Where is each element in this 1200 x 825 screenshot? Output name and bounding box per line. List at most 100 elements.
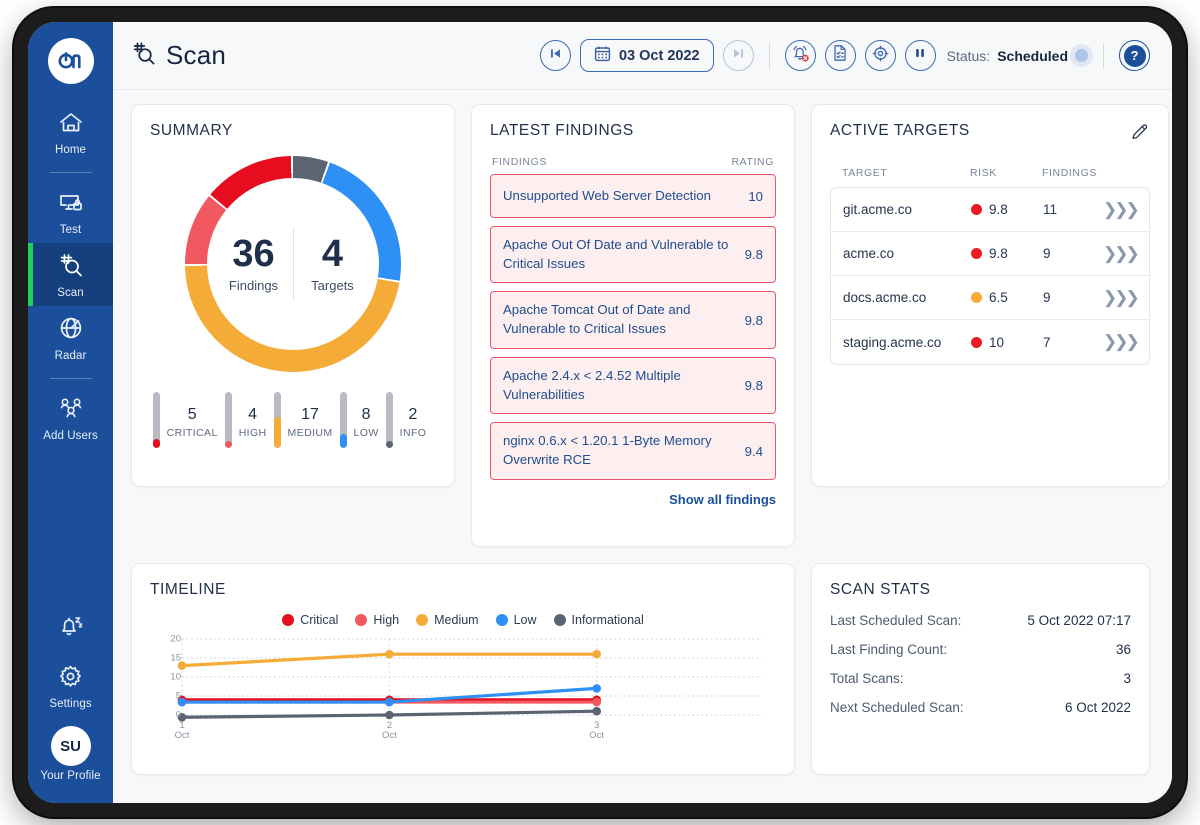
- finding-row[interactable]: Unsupported Web Server Detection 10: [490, 174, 776, 218]
- risk-value: 6.5: [989, 290, 1008, 305]
- severity-bar-track: [385, 392, 393, 448]
- sidebar-item-label: Your Profile: [40, 770, 101, 782]
- target-findings-count: 9: [1043, 290, 1051, 305]
- sidebar-item-radar[interactable]: Radar: [28, 306, 113, 369]
- pause-icon: [913, 46, 927, 65]
- pencil-icon[interactable]: [1130, 122, 1150, 147]
- sidebar-item-profile[interactable]: SU Your Profile: [28, 717, 113, 789]
- severity-text: 4 HIGH: [232, 406, 274, 448]
- stat-key: Total Scans:: [830, 671, 904, 686]
- sidebar-item-label: Home: [54, 144, 87, 156]
- target-name: acme.co: [843, 246, 895, 261]
- svg-text:Oct: Oct: [589, 730, 604, 741]
- alert-mute-button[interactable]: [784, 40, 816, 71]
- severity-bar-fill: [224, 440, 232, 448]
- finding-rating: 9.4: [744, 443, 763, 459]
- question-mark-icon: ?: [1123, 44, 1146, 67]
- legend-item[interactable]: Critical: [282, 613, 338, 627]
- stat-value: 36: [1115, 642, 1131, 657]
- kpi-targets: 4 Targets: [294, 234, 372, 294]
- avatar: SU: [50, 726, 91, 766]
- sidebar-item-scan[interactable]: Scan: [28, 243, 113, 306]
- skip-forward-icon: [731, 46, 746, 66]
- y-axis-tick-label: 5: [175, 690, 181, 702]
- kpi-group: 36 Findings 4 Targets: [215, 227, 372, 301]
- table-row[interactable]: docs.acme.co 6.5 9 ❯❯❯: [831, 276, 1149, 320]
- legend-label: High: [373, 613, 400, 627]
- monitor-lock-icon: [58, 191, 84, 220]
- svg-text:Oct: Oct: [175, 730, 190, 741]
- severity-bar-track: [224, 392, 232, 448]
- severity-count: 2: [408, 406, 418, 423]
- severity-item: 8 LOW: [339, 392, 386, 448]
- severity-text: 2 INFO: [393, 406, 434, 448]
- legend-item[interactable]: Informational: [553, 613, 644, 627]
- brand-logo[interactable]: [47, 38, 94, 84]
- legend-item[interactable]: High: [355, 613, 399, 627]
- severity-count: 4: [248, 406, 258, 423]
- severity-item: 17 MEDIUM: [273, 392, 340, 448]
- legend-item[interactable]: Low: [495, 613, 537, 627]
- table-row[interactable]: acme.co 9.8 9 ❯❯❯: [831, 232, 1149, 276]
- summary-card: SUMMARY 36 Findings 4 Targets 5 CRITICAL…: [131, 104, 455, 487]
- legend-label: Medium: [434, 613, 479, 627]
- sidebar-item-add-users[interactable]: Add Users: [28, 388, 113, 449]
- table-row[interactable]: staging.acme.co 10 7 ❯❯❯: [831, 320, 1149, 364]
- chevron-right-icon[interactable]: ❯❯❯: [1103, 332, 1140, 352]
- report-icon: [831, 44, 849, 67]
- finding-row[interactable]: nginx 0.6.x < 1.20.1 1-Byte Memory Overw…: [490, 422, 776, 480]
- col-rating-label: RATING: [731, 156, 774, 168]
- toolbar-divider: [768, 42, 770, 69]
- y-axis-tick-label: 10: [170, 671, 181, 683]
- table-row[interactable]: git.acme.co 9.8 11 ❯❯❯: [831, 188, 1149, 232]
- summary-title: SUMMARY: [150, 122, 233, 139]
- sidebar-item-settings[interactable]: Settings: [28, 655, 113, 717]
- finding-row[interactable]: Apache Out Of Date and Vulnerable to Cri…: [490, 226, 776, 284]
- scan-magnifier-icon: [131, 40, 157, 71]
- sidebar-item-label: Scan: [57, 287, 84, 299]
- home-icon: [58, 111, 84, 140]
- legend-label: Low: [513, 613, 537, 627]
- finding-row[interactable]: Apache Tomcat Out of Date and Vulnerable…: [490, 291, 776, 349]
- calendar-icon: [594, 45, 611, 66]
- help-button[interactable]: ?: [1119, 40, 1150, 71]
- severity-donut-chart: 36 Findings 4 Targets: [185, 156, 401, 372]
- severity-label: CRITICAL: [166, 427, 218, 439]
- finding-rating: 9.8: [744, 312, 763, 328]
- add-users-icon: [56, 397, 86, 426]
- sidebar-item-home[interactable]: Home: [28, 102, 113, 163]
- finding-name: Apache Out Of Date and Vulnerable to Cri…: [503, 237, 729, 271]
- risk-value: 9.8: [989, 246, 1008, 261]
- sidebar-item-label: Test: [59, 224, 82, 236]
- targets-button[interactable]: [864, 40, 896, 71]
- severity-bar-fill: [273, 417, 281, 448]
- legend-dot-icon: [416, 614, 429, 626]
- next-day-button[interactable]: [722, 40, 754, 71]
- chevron-right-icon[interactable]: ❯❯❯: [1103, 244, 1140, 264]
- severity-count: 17: [301, 406, 319, 423]
- chevron-right-icon[interactable]: ❯❯❯: [1103, 200, 1140, 220]
- finding-rating: 9.8: [744, 247, 763, 263]
- sidebar-item-label: Add Users: [43, 430, 98, 442]
- toolbar-divider: [1103, 42, 1104, 69]
- report-button[interactable]: [824, 40, 856, 71]
- risk-dot-icon: [971, 248, 982, 259]
- scan-stats-card: SCAN STATS Last Scheduled Scan: 5 Oct 202…: [811, 563, 1150, 775]
- notifications-button[interactable]: [28, 604, 113, 655]
- findings-list: Unsupported Web Server Detection 10 Apache…: [490, 174, 776, 488]
- page-title-text: Scan: [166, 40, 227, 70]
- show-all-findings-link[interactable]: Show all findings: [490, 492, 776, 507]
- date-picker[interactable]: 03 Oct 2022: [579, 39, 714, 72]
- chevron-right-icon[interactable]: ❯❯❯: [1103, 288, 1140, 308]
- legend-item[interactable]: Medium: [416, 613, 479, 627]
- prev-day-button[interactable]: [539, 40, 571, 71]
- target-findings-count: 9: [1043, 246, 1051, 261]
- alarm-off-icon: [791, 44, 810, 68]
- sidebar-item-test[interactable]: Test: [28, 182, 113, 243]
- scan-magnifier-icon: [58, 252, 84, 283]
- severity-bar-fill: [385, 441, 393, 448]
- severity-bar-fill: [339, 433, 347, 448]
- scan-stats-title: SCAN STATS: [830, 581, 931, 598]
- finding-row[interactable]: Apache 2.4.x < 2.4.52 Multiple Vulnerabi…: [490, 356, 776, 415]
- pause-scan-button[interactable]: [904, 40, 936, 71]
